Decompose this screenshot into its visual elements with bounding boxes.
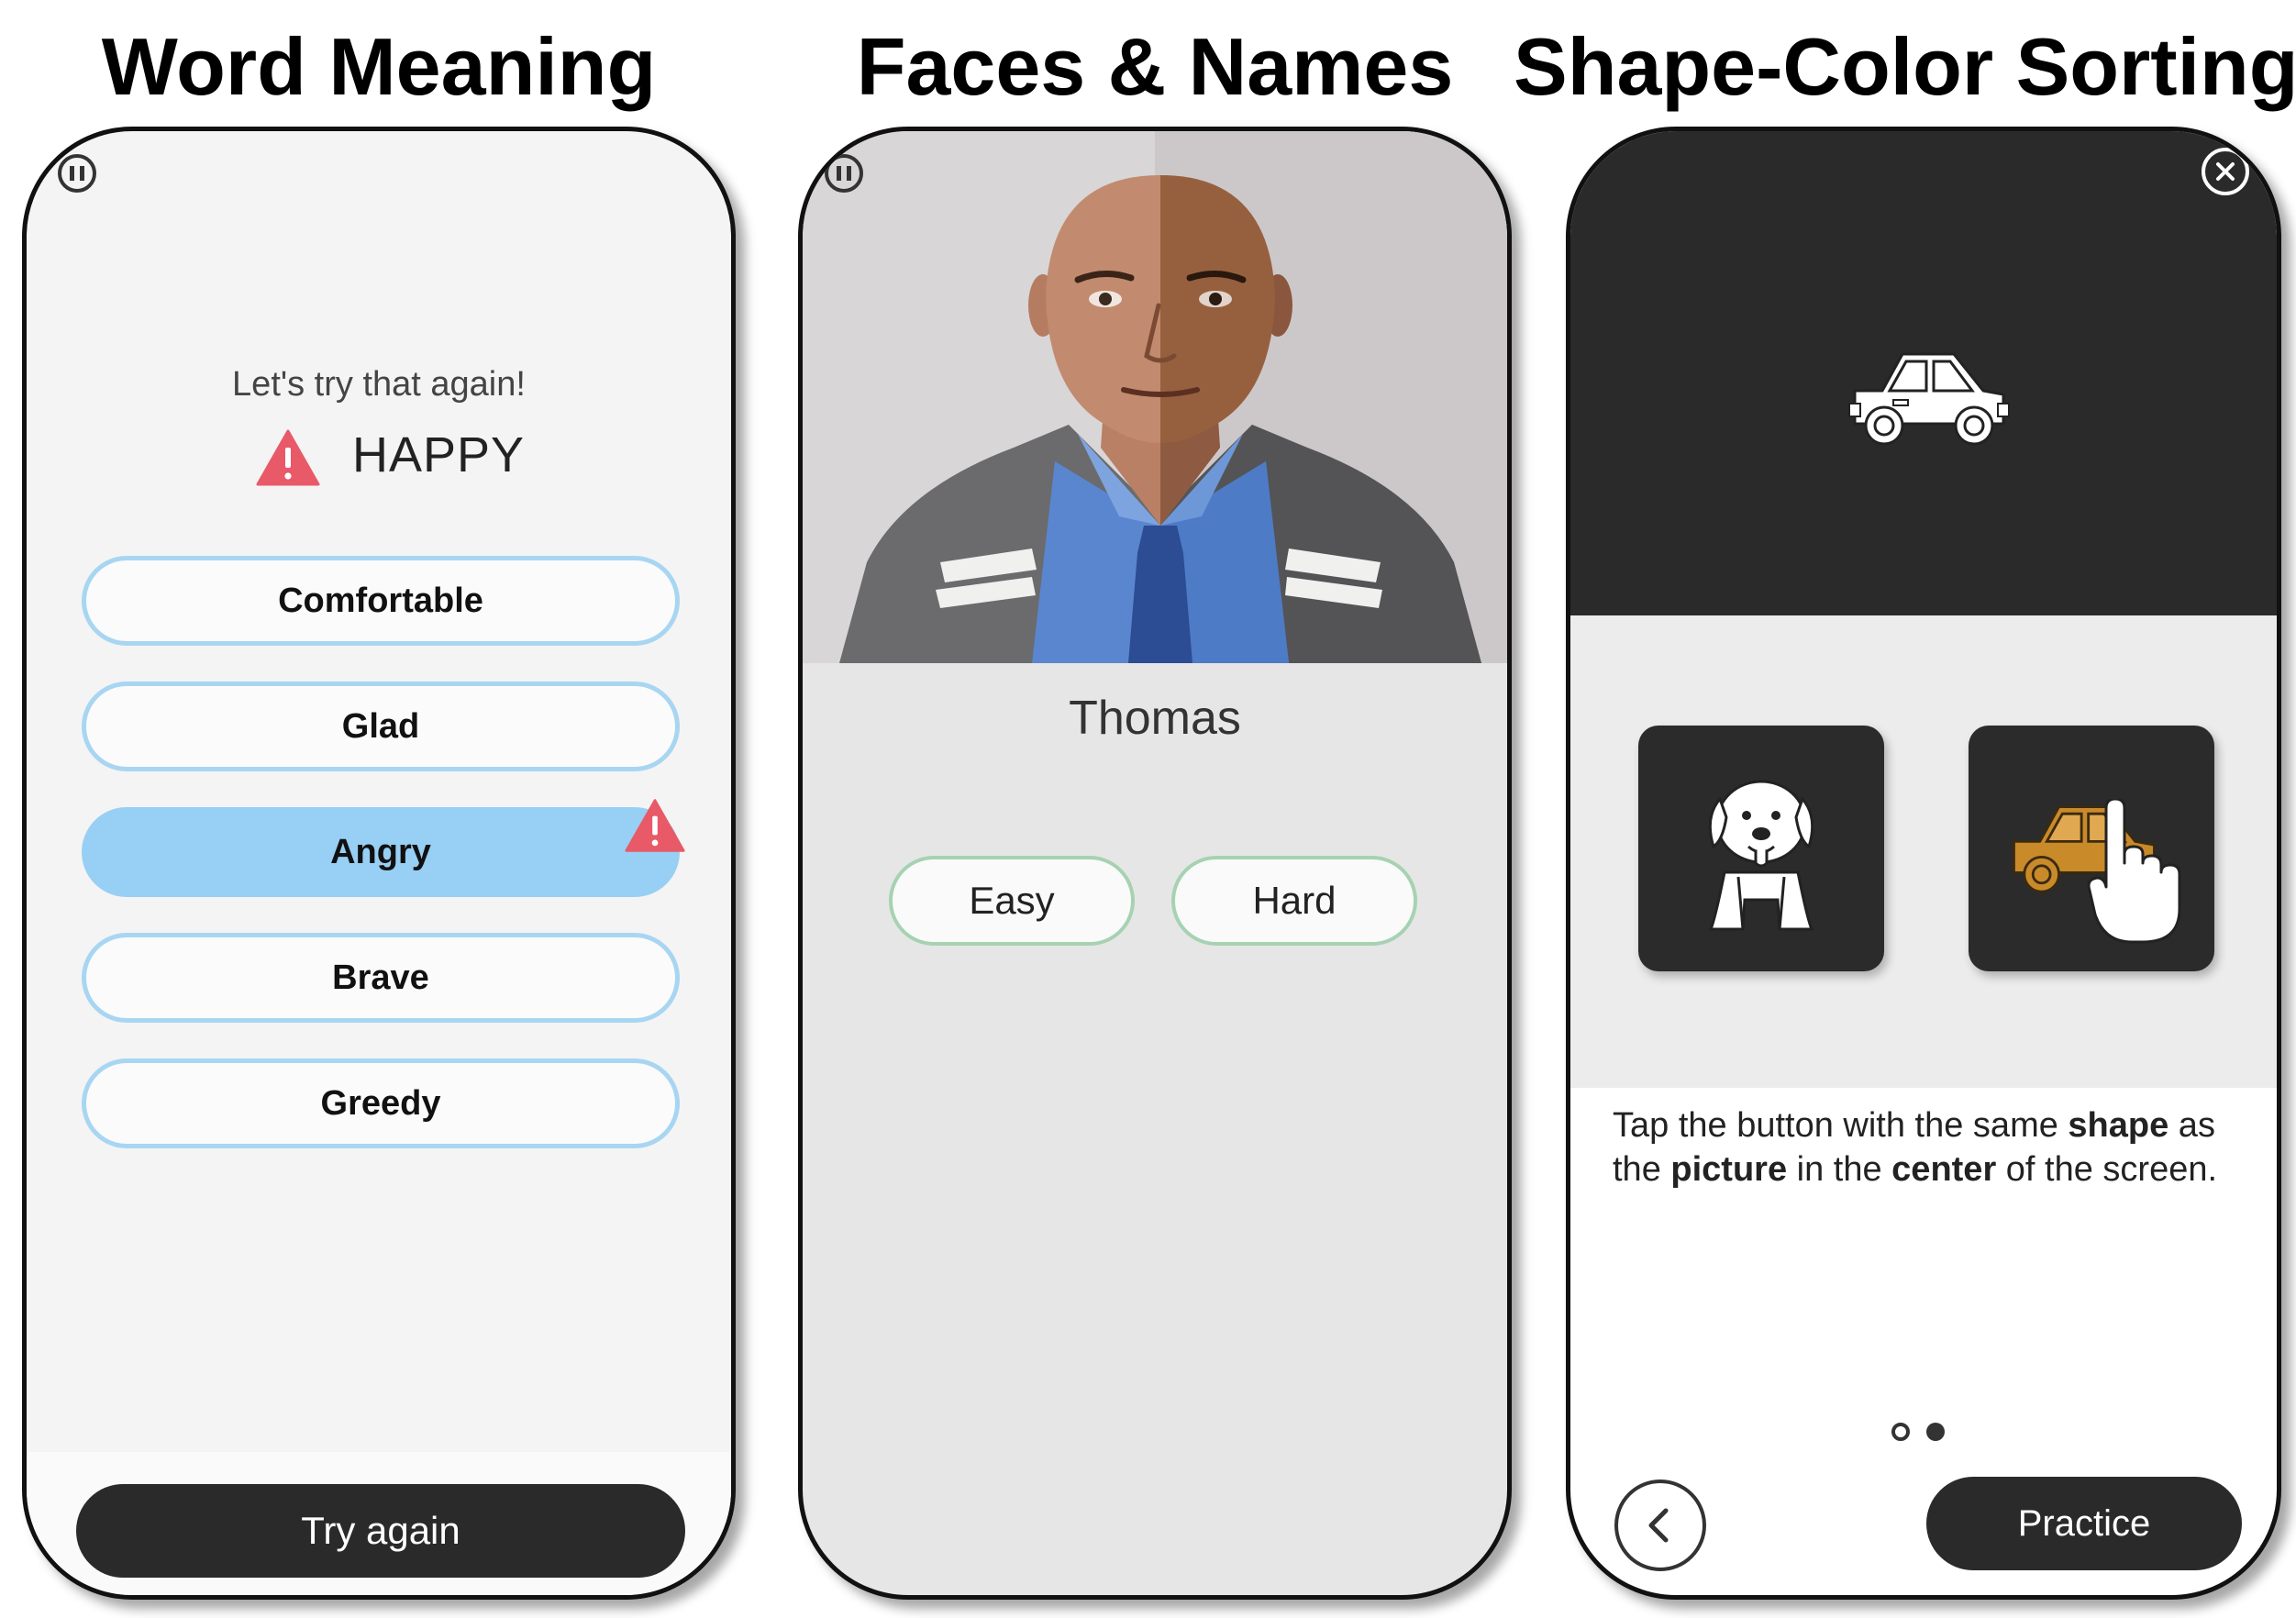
warning-icon: [256, 429, 320, 486]
pause-button[interactable]: [58, 154, 96, 193]
option-brave[interactable]: Brave: [82, 933, 680, 1023]
try-again-label: Try again: [301, 1509, 460, 1552]
pause-icon: [70, 166, 74, 181]
choice-car-button[interactable]: [1969, 726, 2214, 971]
close-button[interactable]: [2202, 148, 2249, 195]
back-button[interactable]: [1614, 1479, 1706, 1571]
option-comfortable[interactable]: Comfortable: [82, 556, 680, 646]
easy-label: Easy: [969, 879, 1055, 922]
person-name: Thomas: [1069, 692, 1241, 745]
heading-word-meaning: Word Meaning: [101, 21, 657, 112]
face-photo: [803, 131, 1507, 663]
heading-faces-names: Faces & Names: [856, 21, 1454, 112]
target-word: HAPPY: [352, 427, 526, 482]
page-dot-active: [1926, 1423, 1945, 1441]
option-label: Angry: [330, 832, 431, 871]
easy-button[interactable]: Easy: [889, 856, 1135, 946]
hard-label: Hard: [1252, 879, 1337, 922]
chevron-left-icon: [1648, 1508, 1669, 1543]
heading-shape-color-sorting: Shape-Color Sorting: [1514, 21, 2296, 112]
person-portrait-image: [839, 175, 1481, 663]
choice-dog-button[interactable]: [1638, 726, 1884, 971]
practice-button[interactable]: Practice: [1926, 1477, 2242, 1570]
feedback-text: Let's try that again!: [232, 365, 526, 404]
pointing-hand-icon: [2087, 799, 2181, 944]
faces-names-screen: Thomas Easy Hard: [798, 127, 1512, 1600]
page-dot: [1891, 1423, 1910, 1441]
try-again-button[interactable]: Try again: [76, 1484, 685, 1578]
dog-icon: [1708, 780, 1814, 931]
pause-button[interactable]: [825, 154, 863, 193]
warning-icon: [625, 799, 685, 852]
word-meaning-screen: Let's try that again! HAPPY Comfortable …: [22, 127, 736, 1600]
instruction-text: Tap the button with the same shape as th…: [1613, 1106, 2218, 1189]
option-glad[interactable]: Glad: [82, 682, 680, 771]
option-angry[interactable]: Angry: [82, 807, 680, 897]
shape-color-sorting-screen: Tap the button with the same shape as th…: [1566, 127, 2281, 1600]
close-icon: [2216, 162, 2235, 181]
practice-label: Practice: [2017, 1502, 2151, 1544]
hard-button[interactable]: Hard: [1171, 856, 1417, 946]
car-outline-icon: [1848, 352, 2010, 446]
pause-icon: [837, 166, 841, 181]
option-greedy[interactable]: Greedy: [82, 1058, 680, 1148]
